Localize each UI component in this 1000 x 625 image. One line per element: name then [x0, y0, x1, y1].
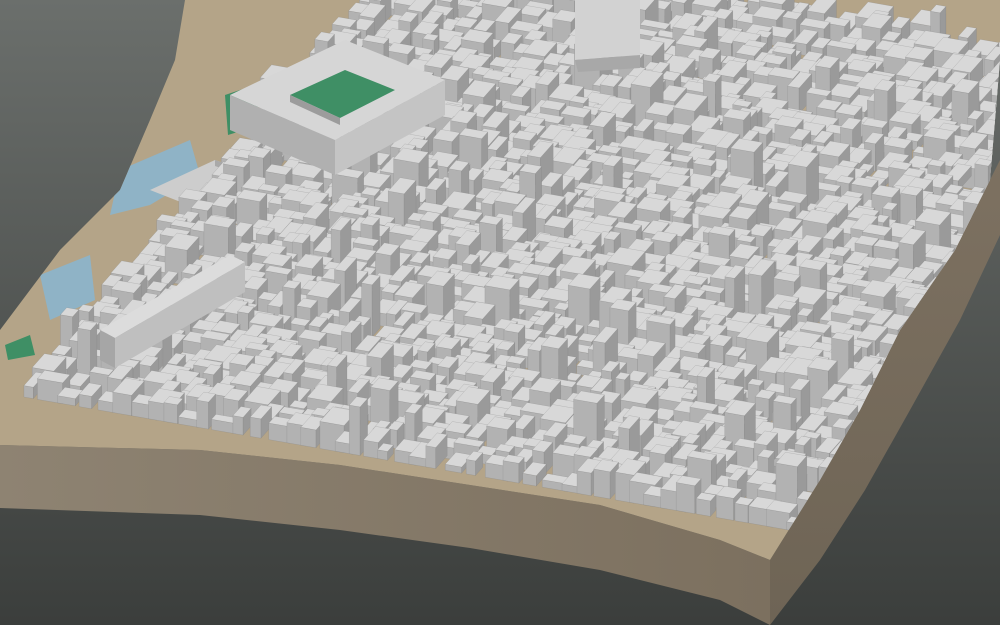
city-model-render — [0, 0, 1000, 625]
model-viewport[interactable] — [0, 0, 1000, 625]
